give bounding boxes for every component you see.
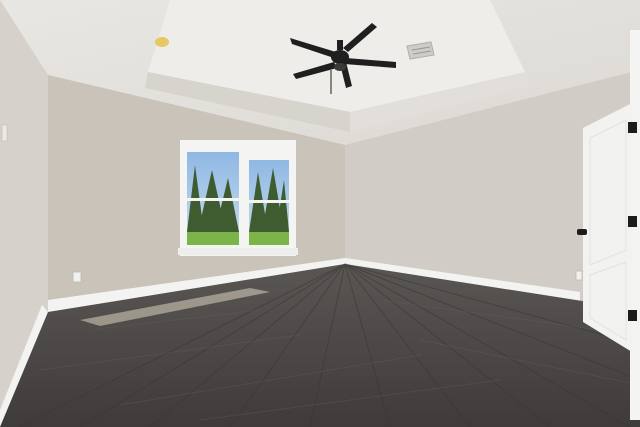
room-illustration [0, 0, 640, 427]
window-sill [178, 248, 298, 255]
door-knob-icon [577, 229, 587, 235]
grass-right [249, 232, 289, 245]
outlet-icon [72, 271, 82, 283]
light-switch [1, 124, 8, 142]
window [178, 140, 298, 256]
door-hinge-icon [628, 122, 637, 133]
outlet-icon [575, 270, 583, 281]
door-hinge-icon [628, 216, 637, 227]
window-mullion [239, 148, 249, 248]
door-hinge-icon [628, 310, 637, 321]
grass-left [187, 232, 239, 245]
ceiling-light-icon [155, 37, 169, 47]
room-photo [0, 0, 640, 427]
